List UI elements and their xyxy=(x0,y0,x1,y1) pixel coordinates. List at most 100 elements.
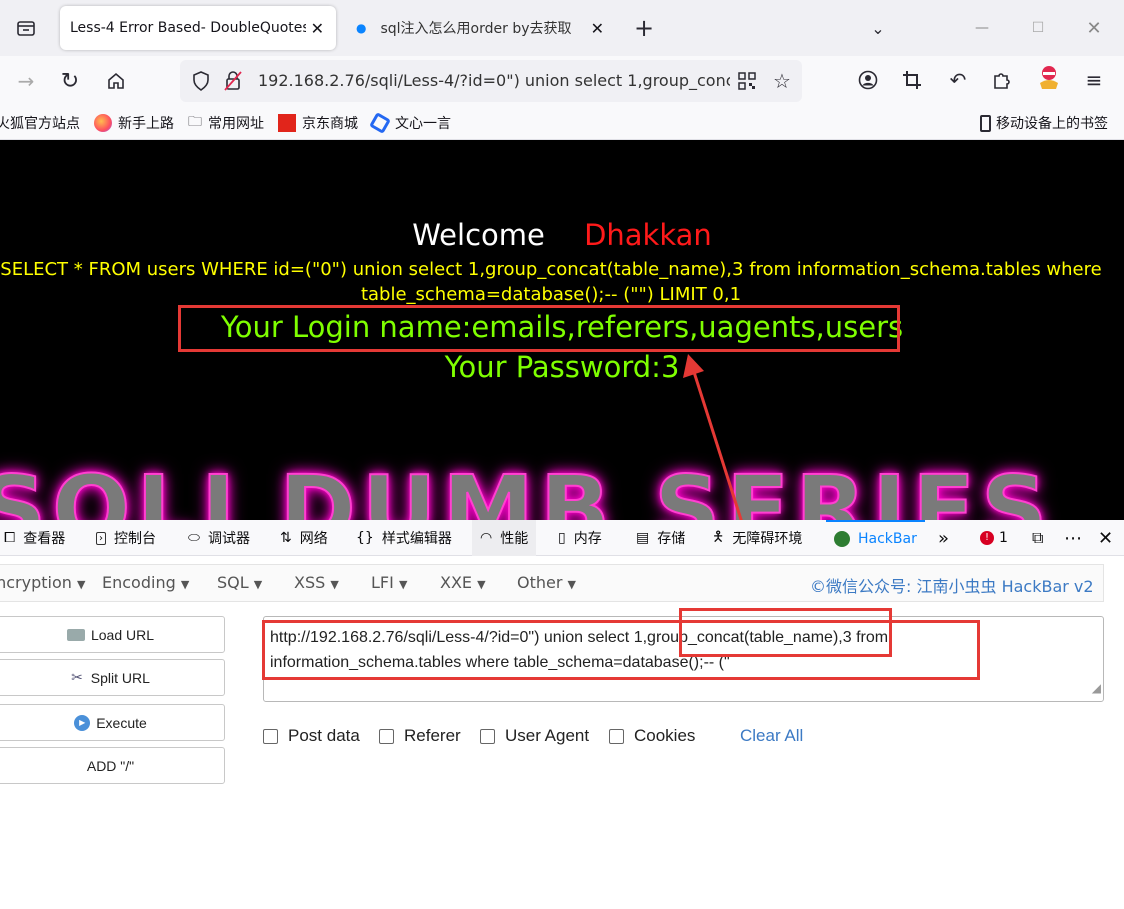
tab-list-icon[interactable] xyxy=(14,16,38,40)
menu-label: Encryption xyxy=(0,573,72,592)
add-slash-button[interactable]: ADD "/" xyxy=(0,747,225,784)
close-devtools-icon[interactable]: ✕ xyxy=(1098,520,1113,556)
tab-title: sql注入怎么用order by去获取 xyxy=(380,21,572,37)
tab-close-icon[interactable]: ✕ xyxy=(311,19,324,38)
bookmarks-toolbar: 火狐官方站点 新手上路 🗀 常用网址 京东商城 文心一言 移动设备上的书签 xyxy=(0,106,1124,140)
tab-memory[interactable]: ▯ 内存 xyxy=(558,520,602,556)
caret-down-icon: ▼ xyxy=(180,578,190,591)
forward-arrow-icon[interactable]: → xyxy=(12,68,40,94)
checkbox-label: Referer xyxy=(404,726,461,745)
error-icon: ! xyxy=(980,531,994,545)
new-tab-plus-icon[interactable]: + xyxy=(632,14,656,42)
checkbox-box[interactable] xyxy=(263,728,278,744)
qr-code-icon[interactable] xyxy=(736,70,758,92)
clear-all-link[interactable]: Clear All xyxy=(740,726,803,746)
bookmark-label: 京东商城 xyxy=(302,116,358,132)
tab-less4[interactable]: Less-4 Error Based- DoubleQuotes ✕ xyxy=(60,6,336,50)
screenshot-crop-icon[interactable] xyxy=(900,68,924,92)
performance-gauge-icon: ◠ xyxy=(480,530,493,546)
maximize-icon[interactable]: ☐ xyxy=(1026,16,1050,40)
button-label: Execute xyxy=(96,714,147,731)
menu-sql[interactable]: SQL ▼ xyxy=(217,573,262,592)
caret-down-icon: ▼ xyxy=(253,578,263,591)
checkbox-box[interactable] xyxy=(609,728,624,744)
shield-icon[interactable] xyxy=(190,70,212,92)
bookmark-label: 文心一言 xyxy=(395,116,451,132)
more-tabs-chevron-icon[interactable]: » xyxy=(938,520,949,556)
mobile-bookmarks[interactable]: 移动设备上的书签 xyxy=(980,106,1108,139)
menu-lfi[interactable]: LFI ▼ xyxy=(371,573,407,592)
bookmark-item[interactable]: 文心一言 xyxy=(369,106,451,139)
sql-query: SELECT * FROM users WHERE id=("0") union… xyxy=(0,259,1102,305)
tab-style-editor[interactable]: {} 样式编辑器 xyxy=(356,520,452,556)
caret-down-icon: ▼ xyxy=(398,578,408,591)
undo-arrow-icon[interactable]: ↶ xyxy=(946,68,970,92)
debugger-icon: ⬭ xyxy=(188,530,200,546)
error-count[interactable]: ! 1 xyxy=(980,520,1008,556)
url-text[interactable]: 192.168.2.76/sqli/Less-4/?id=0") union s… xyxy=(258,71,730,93)
tab-inspector[interactable]: ⧠ 查看器 xyxy=(4,520,65,556)
menu-label: SQL xyxy=(217,573,249,592)
tab-bar: Less-4 Error Based- DoubleQuotes ✕ ● sql… xyxy=(0,0,1124,56)
cookies-checkbox[interactable]: Cookies xyxy=(609,726,695,746)
address-bar[interactable]: 192.168.2.76/sqli/Less-4/?id=0") union s… xyxy=(180,60,802,102)
tab-hackbar[interactable]: HackBar xyxy=(826,520,925,556)
menu-label: Other xyxy=(517,573,563,592)
list-all-tabs-chevron-icon[interactable]: ⌄ xyxy=(866,16,890,40)
account-icon[interactable] xyxy=(856,68,880,92)
menu-other[interactable]: Other ▼ xyxy=(517,573,576,592)
dock-side-icon[interactable]: ⧉ xyxy=(1032,520,1043,556)
checkbox-box[interactable] xyxy=(379,728,394,744)
password-result: Your Password:3 xyxy=(444,350,680,384)
bookmark-item[interactable]: 新手上路 xyxy=(94,106,174,139)
tab-close-icon[interactable]: ✕ xyxy=(591,19,604,38)
bookmark-label: 常用网址 xyxy=(208,116,264,132)
tab-label: 查看器 xyxy=(23,531,66,547)
caret-down-icon: ▼ xyxy=(330,578,339,591)
bookmark-star-icon[interactable]: ☆ xyxy=(770,69,794,93)
post-data-checkbox[interactable]: Post data xyxy=(263,726,360,746)
menu-label: XSS xyxy=(294,573,326,592)
bookmark-item[interactable]: 火狐官方站点 xyxy=(0,106,80,139)
menu-encryption[interactable]: Encryption ▼ xyxy=(0,573,85,592)
tab-debugger[interactable]: ⬭ 调试器 xyxy=(188,520,250,556)
folder-icon: 🗀 xyxy=(188,114,202,130)
menu-encoding[interactable]: Encoding ▼ xyxy=(102,573,189,592)
checkbox-label: User Agent xyxy=(505,726,590,745)
load-url-button[interactable]: Load URL xyxy=(0,616,225,653)
minimize-icon[interactable]: — xyxy=(970,16,994,40)
hamburger-menu-icon[interactable]: ≡ xyxy=(1082,68,1106,92)
menu-xss[interactable]: XSS ▼ xyxy=(294,573,339,592)
more-options-icon[interactable]: ⋯ xyxy=(1064,520,1082,556)
tab-label: 调试器 xyxy=(207,531,250,547)
tab-sql-order-by[interactable]: ● sql注入怎么用order by去获取 ✕ xyxy=(346,6,616,50)
extension-avatar-icon[interactable] xyxy=(1036,64,1062,92)
tab-label: 内存 xyxy=(573,531,602,547)
caret-down-icon: ▼ xyxy=(567,578,576,591)
menu-label: LFI xyxy=(371,573,394,592)
execute-button[interactable]: ▶ Execute xyxy=(0,704,225,741)
welcome-line: Welcome Dhakkan xyxy=(0,218,1124,252)
resize-handle-icon[interactable]: ◢ xyxy=(1092,676,1101,701)
bookmark-item[interactable]: 京东商城 xyxy=(278,106,358,139)
tab-console[interactable]: › 控制台 xyxy=(96,520,156,556)
reload-icon[interactable]: ↻ xyxy=(56,68,84,94)
firefox-icon xyxy=(94,114,112,132)
referer-checkbox[interactable]: Referer xyxy=(379,726,461,746)
split-url-button[interactable]: ✂ Split URL xyxy=(0,659,225,696)
window-close-icon[interactable]: ✕ xyxy=(1082,16,1106,40)
tab-storage[interactable]: ▤ 存储 xyxy=(636,520,685,556)
insecure-lock-icon[interactable] xyxy=(222,70,244,92)
home-icon[interactable] xyxy=(102,68,130,94)
network-icon: ⇅ xyxy=(280,530,292,546)
extensions-puzzle-icon[interactable] xyxy=(990,68,1014,92)
tab-accessibility[interactable]: 🯅 无障碍环境 xyxy=(712,520,802,556)
bookmark-item[interactable]: 🗀 常用网址 xyxy=(188,106,264,139)
checkbox-box[interactable] xyxy=(480,728,495,744)
menu-xxe[interactable]: XXE ▼ xyxy=(440,573,486,592)
user-agent-checkbox[interactable]: User Agent xyxy=(480,726,589,746)
tab-performance[interactable]: ◠ 性能 xyxy=(472,520,537,556)
menu-label: Encoding xyxy=(102,573,176,592)
error-count-text: 1 xyxy=(999,530,1008,546)
tab-network[interactable]: ⇅ 网络 xyxy=(280,520,328,556)
